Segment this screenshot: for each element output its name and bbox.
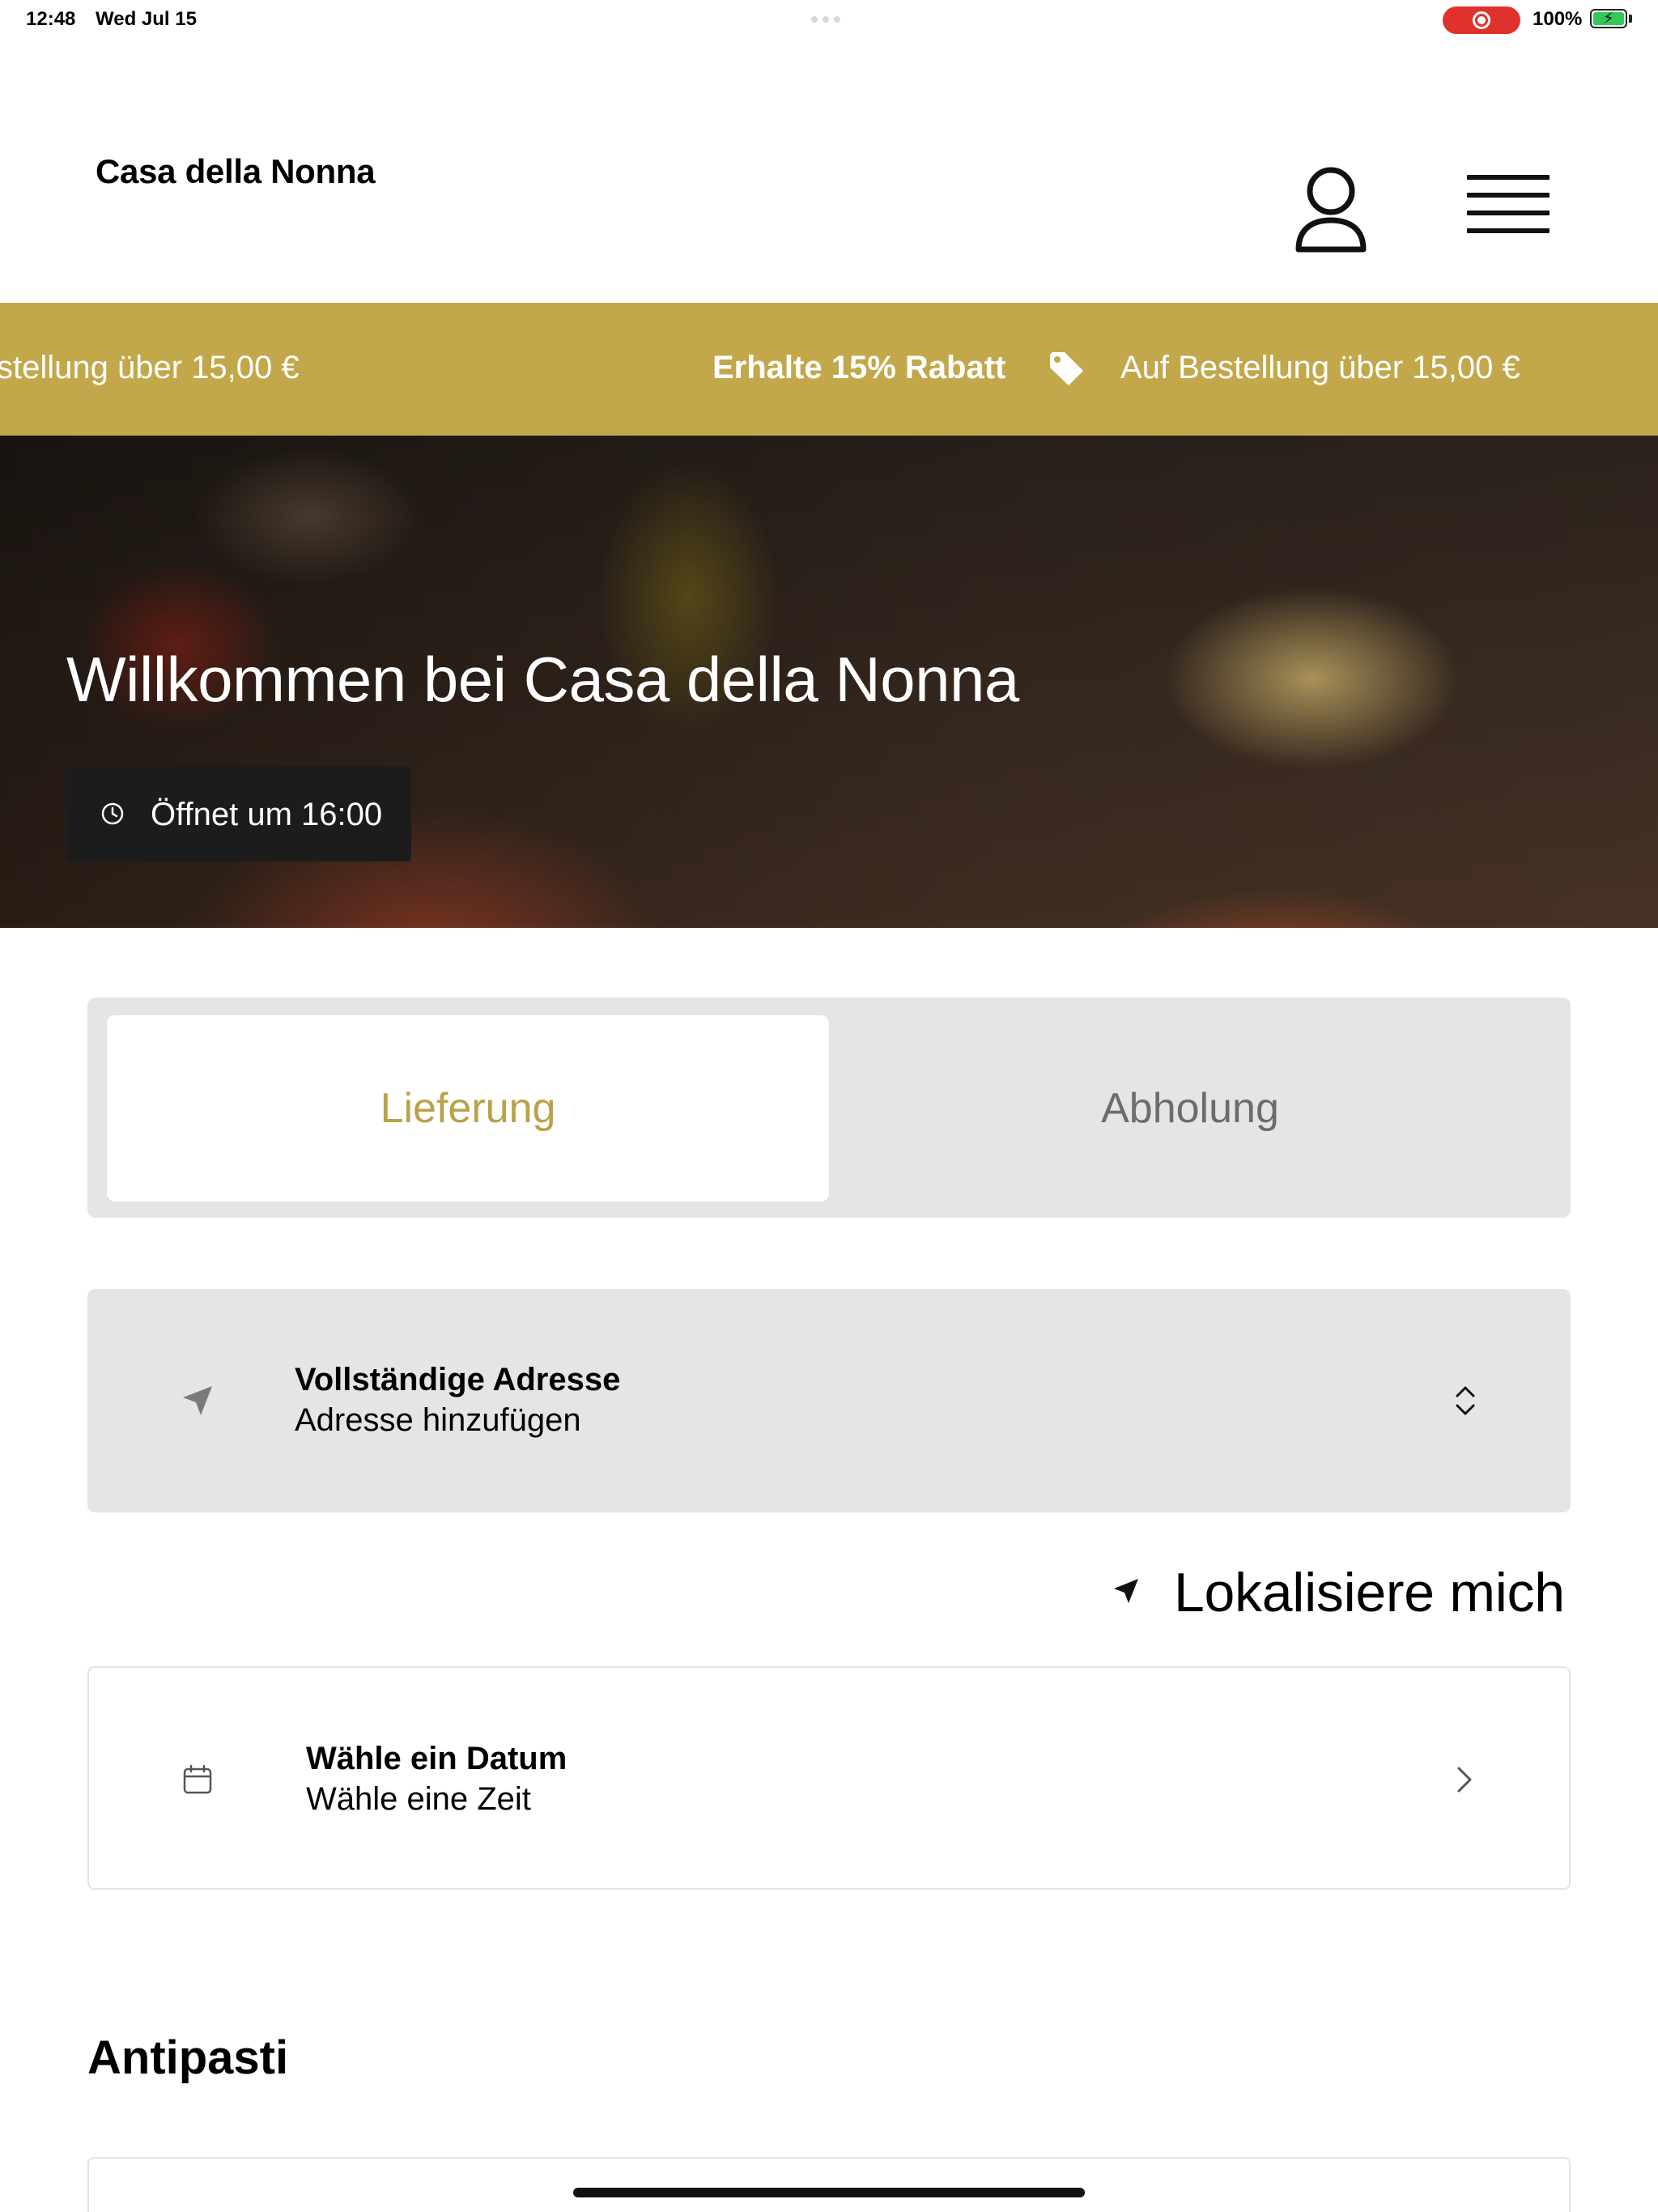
- location-arrow-icon: [183, 1386, 212, 1415]
- address-selector[interactable]: Vollständige Adresse Adresse hinzufügen: [87, 1289, 1571, 1512]
- address-title: Vollständige Adresse: [295, 1362, 621, 1397]
- calendar-icon: [183, 1764, 212, 1794]
- tab-delivery[interactable]: Lieferung: [107, 1015, 829, 1202]
- promo-text-partial: stellung über 15,00 €: [0, 350, 300, 385]
- promo-headline: Erhalte 15% Rabatt: [712, 350, 1006, 385]
- menu-item-card[interactable]: [87, 2157, 1571, 2212]
- promo-text: Auf Bestellung über 15,00 €: [1120, 350, 1520, 385]
- multitasking-dots-icon[interactable]: [811, 16, 840, 23]
- home-indicator[interactable]: [573, 2188, 1085, 2197]
- clock-icon: [101, 802, 124, 825]
- status-date: Wed Jul 15: [96, 8, 197, 30]
- schedule-subtitle: Wähle eine Zeit: [306, 1781, 531, 1817]
- battery-icon: ⚡: [1590, 9, 1627, 28]
- status-bar: 12:48 Wed Jul 15 100% ⚡: [0, 0, 1658, 39]
- battery-percentage: 100%: [1533, 8, 1583, 30]
- opening-hours-badge: Öffnet um 16:00: [66, 766, 411, 861]
- app-header: Casa della Nonna: [0, 39, 1658, 303]
- schedule-title: Wähle ein Datum: [306, 1741, 568, 1776]
- tab-pickup-label: Abholung: [1101, 1085, 1279, 1132]
- hero-title: Willkommen bei Casa della Nonna: [66, 644, 1019, 715]
- brand-name[interactable]: Casa della Nonna: [96, 152, 376, 191]
- tab-pickup[interactable]: Abholung: [829, 1015, 1551, 1202]
- battery-cap: [1629, 15, 1632, 23]
- tab-delivery-label: Lieferung: [380, 1085, 556, 1132]
- opening-hours-label: Öffnet um 16:00: [151, 797, 383, 832]
- hero-banner: Willkommen bei Casa della Nonna Öffnet u…: [0, 436, 1658, 928]
- order-type-toggle: Lieferung Abholung: [87, 998, 1571, 1218]
- promo-banner: stellung über 15,00 € Erhalte 15% Rabatt…: [0, 303, 1658, 436]
- locate-me-button[interactable]: Lokalisiere mich: [1111, 1556, 1571, 1629]
- address-subtitle: Adresse hinzufügen: [295, 1402, 581, 1438]
- status-time: 12:48: [26, 8, 76, 30]
- locate-me-label: Lokalisiere mich: [1174, 1562, 1565, 1623]
- schedule-selector[interactable]: Wähle ein Datum Wähle eine Zeit: [87, 1666, 1571, 1890]
- screen-recording-icon: [1443, 6, 1520, 34]
- hamburger-menu-icon[interactable]: [1467, 175, 1550, 245]
- chevron-right-icon: [1457, 1767, 1472, 1793]
- tag-icon: [1050, 352, 1083, 385]
- user-icon[interactable]: [1292, 165, 1370, 256]
- section-title-antipasti: Antipasti: [87, 2031, 289, 2084]
- chevron-up-down-icon: [1456, 1386, 1475, 1415]
- location-arrow-icon: [1114, 1579, 1138, 1603]
